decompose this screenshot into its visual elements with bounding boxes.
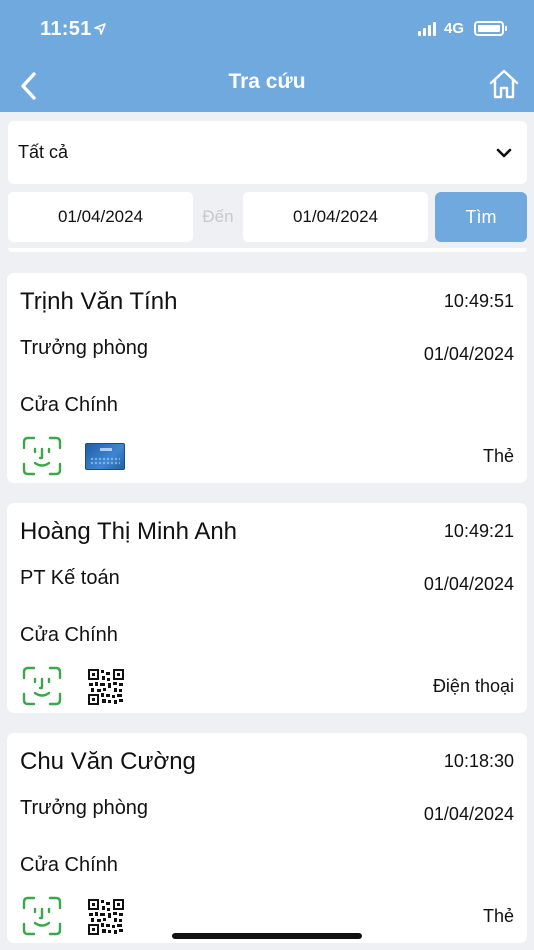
- record-card[interactable]: Trịnh Văn Tính 10:49:51 Trưởng phòng 01/…: [7, 273, 527, 483]
- record-time: 10:18:30: [443, 751, 514, 771]
- chevron-down-icon: [496, 148, 512, 157]
- filter-selected-value: Tất cả: [18, 142, 69, 162]
- record-role: Trưởng phòng: [20, 337, 149, 359]
- app-header: 11:51 4G Tra cứu: [0, 0, 534, 112]
- record-name: Trịnh Văn Tính: [20, 288, 178, 315]
- record-door: Cửa Chính: [20, 854, 118, 876]
- qr-code-icon: [88, 669, 124, 705]
- qr-code-icon: [88, 899, 124, 935]
- record-method: Thẻ: [482, 446, 514, 466]
- record-time: 10:49:51: [443, 291, 514, 311]
- location-arrow-icon: [94, 22, 106, 40]
- home-indicator[interactable]: [172, 933, 362, 939]
- status-indicators: 4G: [417, 20, 507, 37]
- record-role: Trưởng phòng: [20, 797, 149, 819]
- home-icon: [489, 69, 519, 99]
- record-date: 01/04/2024: [423, 344, 514, 364]
- record-door: Cửa Chính: [20, 624, 118, 646]
- page-title: Tra cứu: [228, 70, 306, 93]
- record-time: 10:49:21: [443, 521, 514, 541]
- signal-icon: [417, 21, 436, 36]
- date-separator: Đến: [202, 207, 234, 226]
- record-door: Cửa Chính: [20, 394, 118, 416]
- record-method: Thẻ: [482, 906, 514, 926]
- status-time: 11:51: [40, 18, 92, 40]
- date-from-field[interactable]: 01/04/2024: [8, 192, 193, 242]
- face-id-icon: [22, 896, 62, 936]
- record-role: PT Kế toán: [20, 567, 120, 589]
- date-to-field[interactable]: 01/04/2024: [243, 192, 428, 242]
- home-button[interactable]: [486, 66, 522, 102]
- filter-dropdown[interactable]: Tất cả: [8, 121, 527, 184]
- battery-icon: [474, 21, 507, 36]
- face-id-icon: [22, 666, 62, 706]
- record-card[interactable]: Hoàng Thị Minh Anh 10:49:21 PT Kế toán 0…: [7, 503, 527, 713]
- date-range-bar: 01/04/2024 Đến 01/04/2024 Tìm: [8, 192, 527, 242]
- network-type: 4G: [443, 20, 464, 37]
- card-icon: [85, 443, 125, 470]
- record-name: Chu Văn Cường: [20, 748, 196, 775]
- search-button[interactable]: Tìm: [435, 192, 527, 242]
- face-id-icon: [22, 436, 62, 476]
- record-method: Điện thoại: [432, 676, 514, 696]
- record-name: Hoàng Thị Minh Anh: [20, 518, 238, 545]
- record-date: 01/04/2024: [423, 804, 514, 824]
- record-date: 01/04/2024: [423, 574, 514, 594]
- record-card[interactable]: Chu Văn Cường 10:18:30 Trưởng phòng 01/0…: [7, 733, 527, 943]
- list-scroll-edge: [8, 248, 527, 252]
